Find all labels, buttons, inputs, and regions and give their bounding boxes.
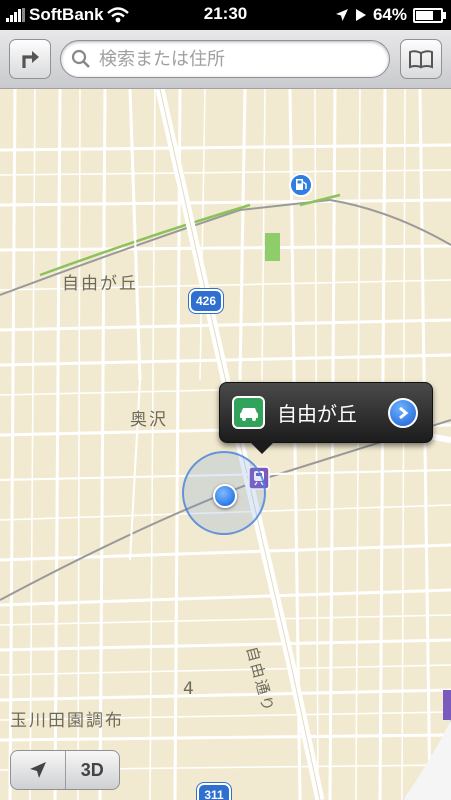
route-shield-426: 426 xyxy=(189,289,223,313)
status-bar: SoftBank 21:30 64% xyxy=(0,0,451,30)
callout-title: 自由が丘 xyxy=(277,402,357,426)
book-icon xyxy=(409,50,433,69)
directions-button[interactable] xyxy=(9,39,51,79)
turn-right-arrow-icon xyxy=(22,51,39,68)
map-label-tamagawa-denenchofu: 玉川田園調布 xyxy=(10,711,124,731)
search-icon xyxy=(71,49,90,68)
map-label-jiyugaoka: 自由が丘 xyxy=(62,274,138,294)
map-bottom-controls: 3D xyxy=(10,750,120,790)
toolbar xyxy=(0,30,451,89)
place-callout[interactable]: 自由が丘 xyxy=(219,382,433,454)
location-services-icon xyxy=(335,9,348,21)
bookmarks-button[interactable] xyxy=(400,39,442,79)
3d-button[interactable]: 3D xyxy=(66,751,120,789)
3d-label: 3D xyxy=(80,759,104,780)
map-label-okusawa: 奥沢 xyxy=(130,410,168,430)
map-label-block-number: 4 xyxy=(183,679,196,699)
battery-percent: 64% xyxy=(372,5,407,24)
route-shield-311: 311 xyxy=(197,783,231,800)
current-location-dot[interactable] xyxy=(213,484,237,508)
location-arrow-icon xyxy=(29,762,46,778)
battery-icon xyxy=(413,7,446,23)
gas-station-icon[interactable] xyxy=(289,173,313,197)
page-curl-button[interactable] xyxy=(403,690,451,800)
search-input[interactable] xyxy=(97,47,381,71)
status-right: 64% xyxy=(335,5,446,25)
search-bar[interactable] xyxy=(60,40,390,78)
map-view[interactable]: 自由が丘 奥沢 玉川田園調布 4 自由通り 426 311 xyxy=(0,89,451,800)
play-icon xyxy=(355,9,366,21)
car-icon[interactable] xyxy=(232,396,265,429)
map-streets xyxy=(0,89,451,800)
detail-disclosure-icon[interactable] xyxy=(388,397,418,428)
track-location-button[interactable] xyxy=(11,751,65,789)
